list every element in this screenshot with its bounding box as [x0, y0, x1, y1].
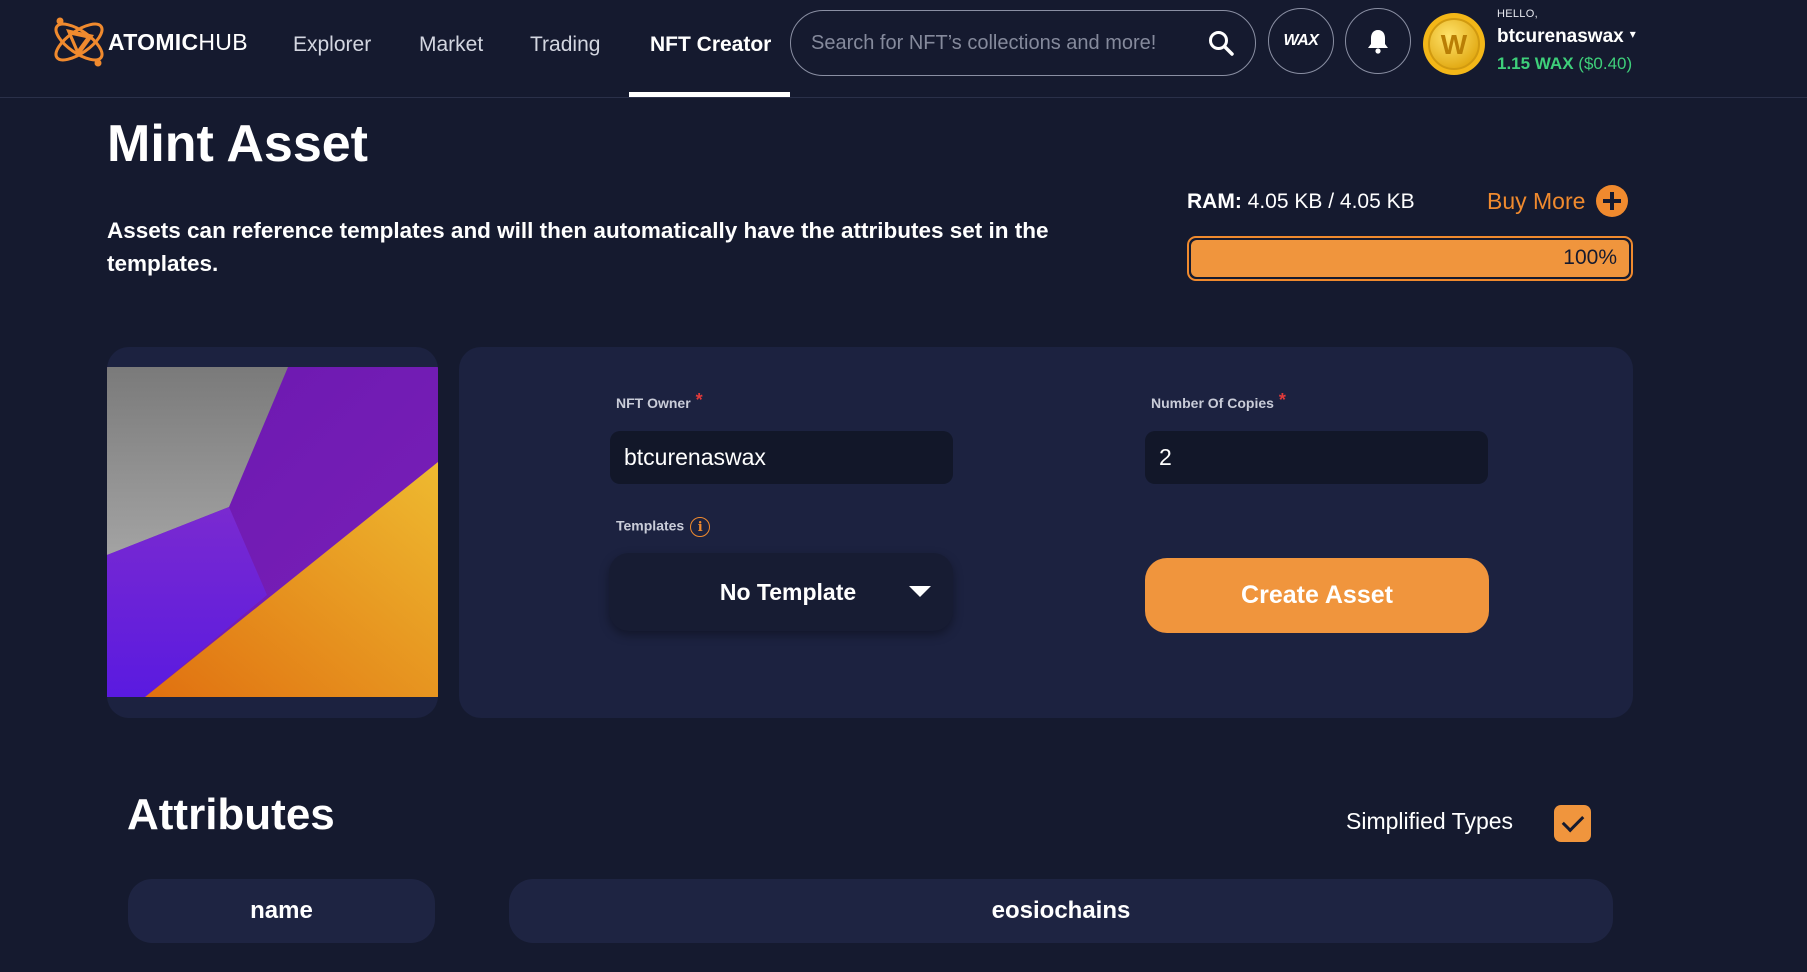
avatar-letter: W [1441, 29, 1468, 60]
username-text: btcurenaswax [1497, 26, 1624, 47]
atomichub-logo[interactable]: ATOMICHUB [48, 10, 248, 74]
buy-more-ram-button[interactable]: Buy More [1487, 185, 1629, 217]
bell-icon [1368, 30, 1388, 54]
caret-down-icon: ▾ [1629, 27, 1636, 41]
info-icon[interactable]: i [690, 517, 711, 537]
user-avatar[interactable]: W [1422, 12, 1486, 76]
ram-label: RAM: [1187, 190, 1242, 213]
simplified-types-checkbox[interactable] [1554, 805, 1591, 842]
usd-balance: ($0.40) [1578, 54, 1633, 73]
username-dropdown[interactable]: btcurenaswax ▾ [1497, 26, 1636, 48]
wax-balance: 1.15 WAX [1497, 54, 1574, 73]
asset-preview-image [107, 367, 438, 697]
ram-percent: 100% [1563, 246, 1617, 269]
page-description: Assets can reference templates and will … [107, 218, 1049, 276]
logo-text: ATOMICHUB [108, 28, 248, 55]
ram-progress-bar: 100% [1187, 236, 1633, 281]
number-of-copies-label: Number Of Copies * [1151, 390, 1286, 411]
atom-logo-icon [54, 17, 104, 67]
mint-form-card: NFT Owner* Number Of Copies* Templatesi … [459, 347, 1633, 718]
required-asterisk: * [695, 390, 703, 410]
user-menu[interactable]: HELLO, btcurenaswax ▾ 1.15 WAX ($0.40) [1497, 8, 1636, 74]
create-asset-button[interactable]: Create Asset [1145, 558, 1489, 633]
nav-market[interactable]: Market [419, 30, 483, 60]
search-bar[interactable] [790, 10, 1256, 76]
templates-label: Templates i [616, 517, 711, 537]
template-selected-value: No Template [719, 578, 857, 605]
template-select[interactable]: No Template [609, 553, 953, 631]
greeting-text: HELLO, [1497, 8, 1538, 20]
attributes-title: Attributes [127, 790, 335, 839]
search-icon[interactable] [1207, 29, 1235, 57]
buy-more-label: Buy More [1487, 187, 1586, 214]
nav-trading[interactable]: Trading [530, 30, 600, 60]
nav-explorer[interactable]: Explorer [293, 30, 371, 60]
nav-nft-creator[interactable]: NFT Creator [650, 30, 771, 60]
nft-owner-input[interactable] [610, 431, 953, 484]
active-tab-indicator [629, 92, 790, 97]
simplified-types-label: Simplified Types [1346, 808, 1514, 834]
wallet-balance: 1.15 WAX ($0.40) [1497, 54, 1636, 74]
notifications-button[interactable] [1345, 8, 1411, 74]
ram-value: 4.05 KB / 4.05 KB [1247, 190, 1415, 213]
wax-logo-icon: WAX [1283, 32, 1319, 49]
attribute-name-field[interactable]: name [128, 879, 435, 943]
asset-preview-card [107, 347, 438, 718]
top-navbar: ATOMICHUB Explorer Market Trading NFT Cr… [0, 0, 1807, 98]
ram-usage: RAM: 4.05 KB / 4.05 KB [1187, 190, 1415, 214]
plus-circle-icon [1596, 185, 1629, 217]
nft-owner-label: NFT Owner * [616, 390, 703, 411]
required-asterisk: * [1278, 390, 1286, 410]
page-title: Mint Asset [107, 115, 368, 173]
wax-wallet-button[interactable]: WAX [1268, 8, 1334, 74]
caret-down-icon [909, 586, 931, 597]
number-of-copies-input[interactable] [1145, 431, 1488, 484]
search-input[interactable] [811, 31, 1207, 55]
attribute-value-field[interactable]: eosiochains [509, 879, 1613, 943]
